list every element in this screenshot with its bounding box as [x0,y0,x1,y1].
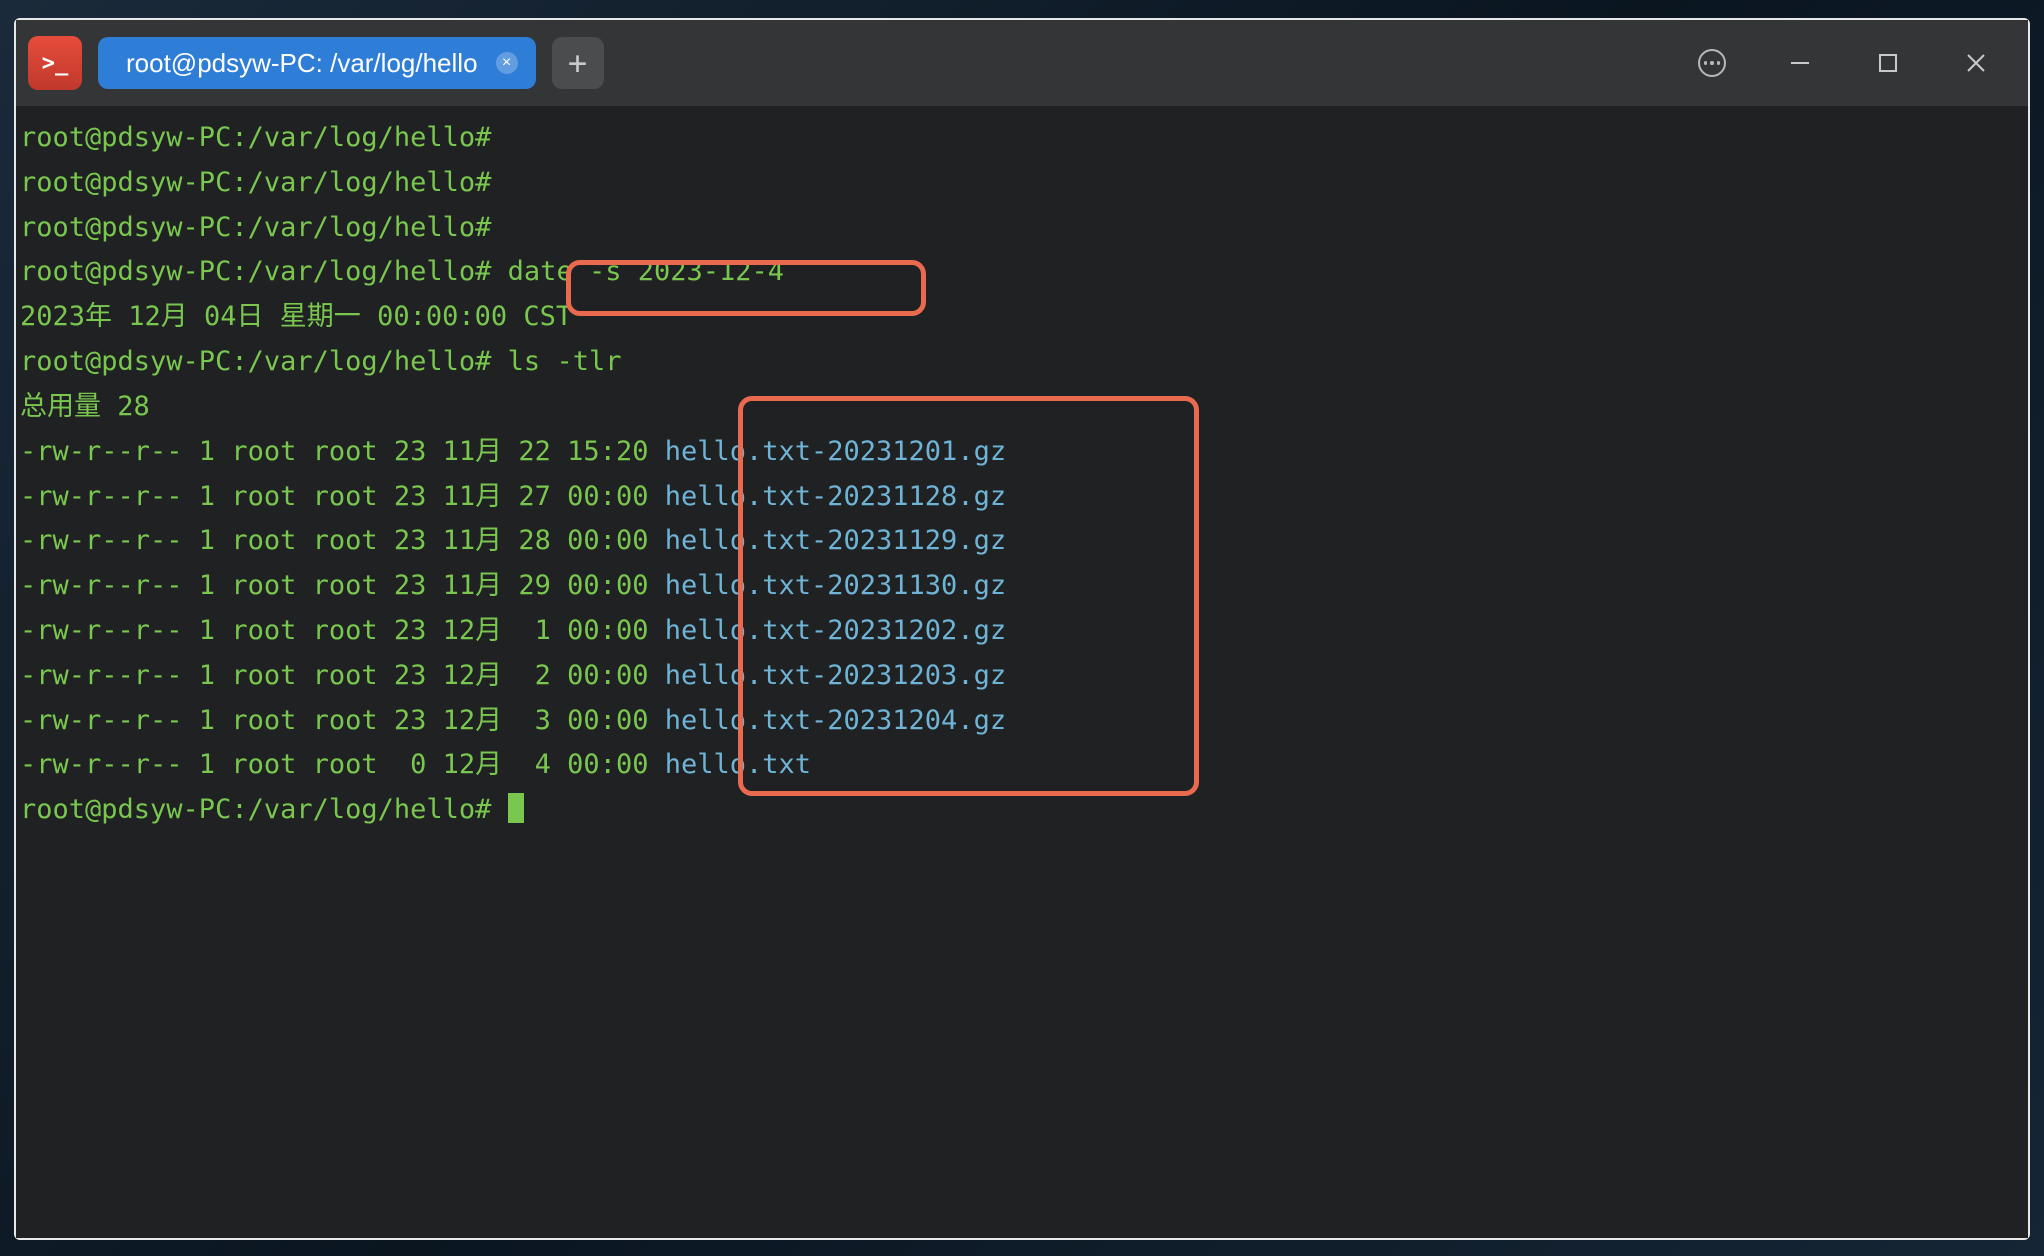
prompt-line: root@pdsyw-PC:/var/log/hello# [20,161,2024,206]
file-name: hello.txt-20231204.gz [665,705,1006,736]
more-icon [1698,49,1726,77]
terminal-window: >_ root@pdsyw-PC: /var/log/hello × + [14,18,2030,1240]
ls-row: -rw-r--r-- 1 root root 23 12月 1 00:00 he… [20,609,2024,654]
more-button[interactable] [1692,43,1732,83]
maximize-icon [1878,53,1898,73]
file-name: hello.txt-20231203.gz [665,660,1006,691]
terminal-output[interactable]: root@pdsyw-PC:/var/log/hello#root@pdsyw-… [16,106,2028,1238]
ls-row: -rw-r--r-- 1 root root 23 11月 27 00:00 h… [20,475,2024,520]
tab-close-button[interactable]: × [496,52,518,74]
file-name: hello.txt-20231201.gz [665,436,1006,467]
file-name: hello.txt-20231130.gz [665,570,1006,601]
cursor [508,793,524,823]
close-icon [1965,52,1987,74]
prompt-line: root@pdsyw-PC:/var/log/hello# [20,788,2024,833]
ls-row: -rw-r--r-- 1 root root 23 11月 29 00:00 h… [20,564,2024,609]
terminal-app-icon-glyph: >_ [42,51,69,76]
terminal-app-icon: >_ [28,36,82,90]
close-button[interactable] [1956,43,1996,83]
file-name: hello.txt [665,749,811,780]
active-tab[interactable]: root@pdsyw-PC: /var/log/hello × [98,37,536,89]
ls-row: -rw-r--r-- 1 root root 0 12月 4 00:00 hel… [20,743,2024,788]
close-icon: × [502,55,511,71]
command-line-ls: root@pdsyw-PC:/var/log/hello# ls -tlr [20,340,2024,385]
prompt-line: root@pdsyw-PC:/var/log/hello# [20,206,2024,251]
prompt-line: root@pdsyw-PC:/var/log/hello# [20,116,2024,161]
ls-row: -rw-r--r-- 1 root root 23 12月 2 00:00 he… [20,654,2024,699]
file-name: hello.txt-20231202.gz [665,615,1006,646]
new-tab-button[interactable]: + [552,37,604,89]
tab-title: root@pdsyw-PC: /var/log/hello [126,48,478,79]
titlebar: >_ root@pdsyw-PC: /var/log/hello × + [16,20,2028,106]
ls-row: -rw-r--r-- 1 root root 23 11月 22 15:20 h… [20,430,2024,475]
file-name: hello.txt-20231129.gz [665,525,1006,556]
output-total: 总用量 28 [20,385,2024,430]
window-controls [1692,43,2016,83]
plus-icon: + [568,44,587,82]
ls-row: -rw-r--r-- 1 root root 23 11月 28 00:00 h… [20,519,2024,564]
minimize-button[interactable] [1780,43,1820,83]
maximize-button[interactable] [1868,43,1908,83]
file-name: hello.txt-20231128.gz [665,481,1006,512]
ls-row: -rw-r--r-- 1 root root 23 12月 3 00:00 he… [20,699,2024,744]
command-line-date: root@pdsyw-PC:/var/log/hello# date -s 20… [20,250,2024,295]
output-date: 2023年 12月 04日 星期一 00:00:00 CST [20,295,2024,340]
minimize-icon [1789,52,1811,74]
